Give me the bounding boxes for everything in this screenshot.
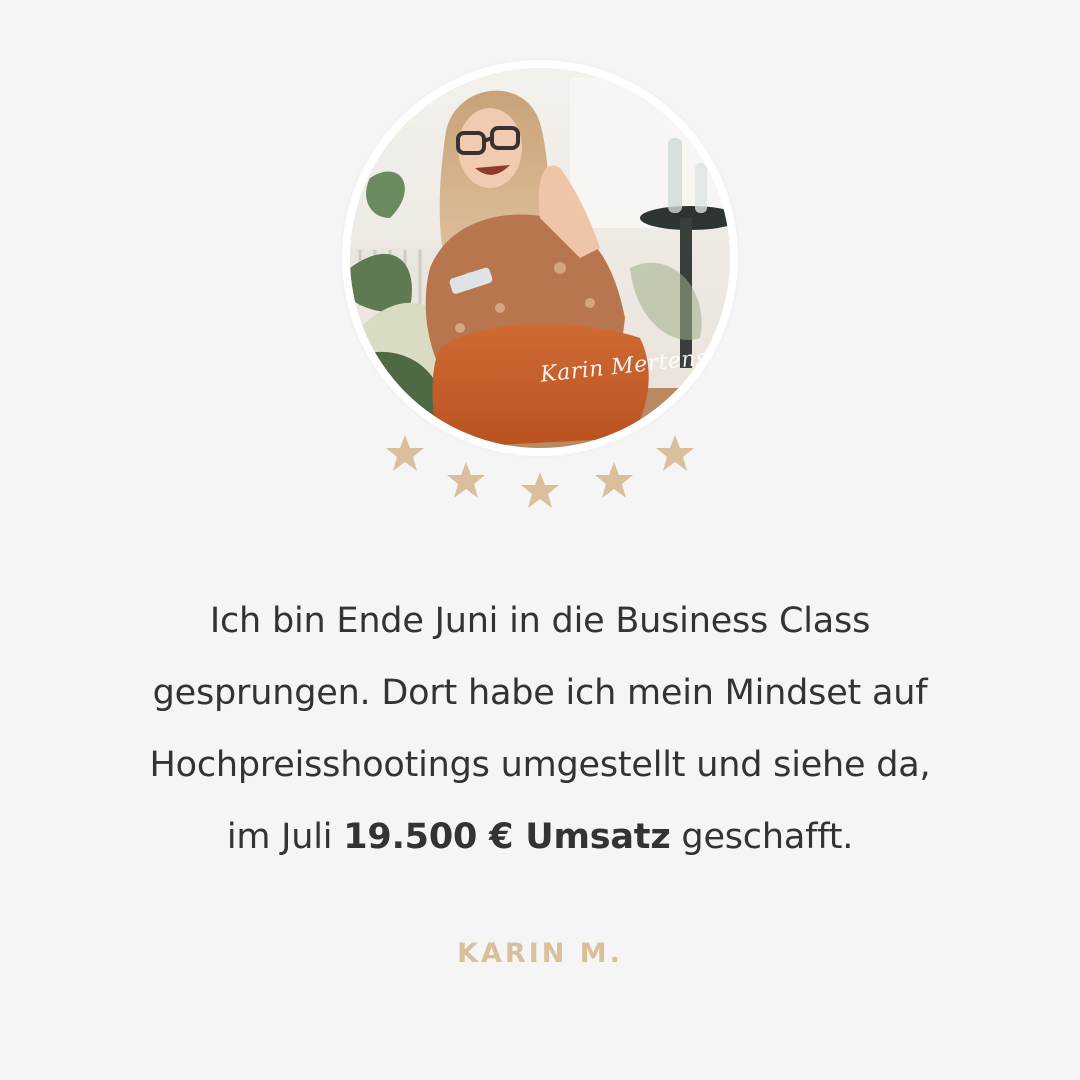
quote-text: im Juli bbox=[226, 817, 344, 857]
star-icon bbox=[520, 470, 560, 510]
star-icon bbox=[446, 460, 486, 500]
quote-line: Hochpreisshootings umgestellt und siehe … bbox=[149, 745, 931, 785]
avatar bbox=[350, 68, 730, 448]
quote-text: geschafft. bbox=[670, 817, 854, 857]
quote-line: Ich bin Ende Juni in die Business Class bbox=[209, 601, 871, 641]
testimonial-card: Karin Mertens Ich bin Ende Juni in die B… bbox=[0, 0, 1080, 1080]
quote-line: im Juli 19.500 € Umsatz geschafft. bbox=[60, 801, 1020, 873]
star-icon bbox=[385, 433, 425, 473]
testimonial-quote: Ich bin Ende Juni in die Business Class … bbox=[60, 585, 1020, 873]
author-name: KARIN M. bbox=[457, 938, 623, 969]
quote-line: gesprungen. Dort habe ich mein Mindset a… bbox=[152, 673, 928, 713]
star-icon bbox=[594, 460, 634, 500]
revenue-highlight: 19.500 € Umsatz bbox=[343, 817, 671, 857]
star-icon bbox=[655, 433, 695, 473]
